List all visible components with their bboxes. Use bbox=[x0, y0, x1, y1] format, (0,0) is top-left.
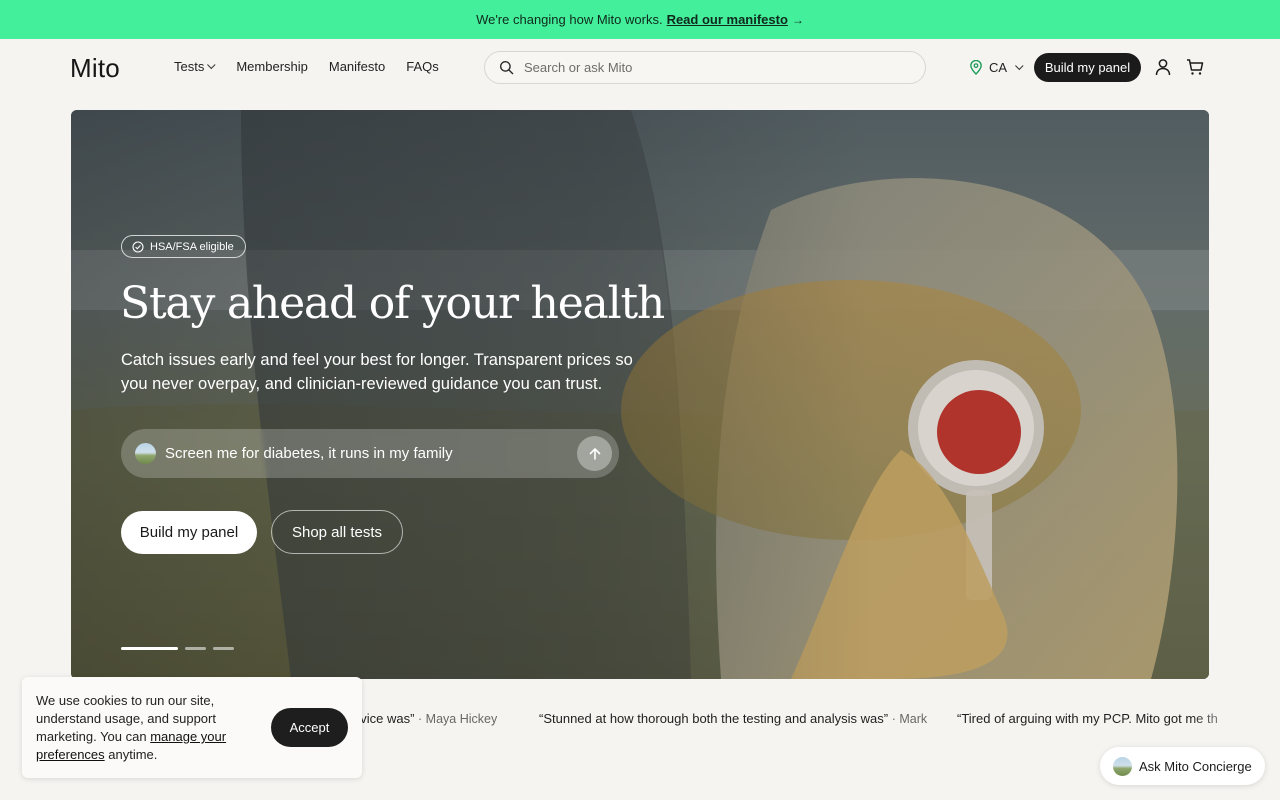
testimonial-quote: “Tired of arguing with my PCP. Mito got … bbox=[957, 711, 1218, 726]
nav-item-membership[interactable]: Membership bbox=[236, 59, 308, 74]
nav-item-manifesto[interactable]: Manifesto bbox=[329, 59, 385, 74]
hero-title: Stay ahead of your health bbox=[120, 278, 665, 329]
testimonial-item: “Tired of arguing with my PCP. Mito got … bbox=[957, 711, 1218, 726]
site-header: Mito Tests Membership Manifesto FAQs CA … bbox=[0, 39, 1280, 96]
main-nav: Tests Membership Manifesto FAQs bbox=[174, 59, 439, 74]
cookie-banner: We use cookies to run our site, understa… bbox=[22, 677, 362, 778]
ask-concierge-button[interactable]: Ask Mito Concierge bbox=[1100, 747, 1265, 785]
nav-item-faqs[interactable]: FAQs bbox=[406, 59, 439, 74]
concierge-label: Ask Mito Concierge bbox=[1139, 758, 1252, 774]
carousel-indicators bbox=[121, 647, 234, 650]
chevron-down-icon bbox=[207, 60, 216, 69]
announcement-bar: We're changing how Mito works. Read our … bbox=[0, 0, 1280, 39]
search-input[interactable] bbox=[524, 60, 884, 75]
nav-item-label: FAQs bbox=[406, 59, 439, 74]
hero-subtitle: Catch issues early and feel your best fo… bbox=[121, 351, 633, 393]
cookie-suffix: anytime. bbox=[104, 747, 158, 762]
accept-cookies-button[interactable]: Accept bbox=[271, 708, 348, 747]
hsa-fsa-badge: HSA/FSA eligible bbox=[121, 235, 246, 258]
cookie-text: We use cookies to run our site, understa… bbox=[36, 692, 256, 764]
user-icon[interactable] bbox=[1154, 58, 1172, 76]
nav-item-label: Membership bbox=[236, 59, 308, 74]
send-button[interactable] bbox=[577, 436, 612, 471]
hero-banner: HSA/FSA eligible Stay ahead of your heal… bbox=[71, 110, 1209, 679]
carousel-dot-2[interactable] bbox=[185, 647, 206, 650]
shop-all-tests-button[interactable]: Shop all tests bbox=[271, 510, 403, 554]
check-circle-icon bbox=[132, 240, 144, 253]
marquee-fade bbox=[1190, 700, 1280, 736]
build-panel-button[interactable]: Build my panel bbox=[1034, 53, 1141, 82]
location-pin-icon bbox=[970, 60, 982, 75]
testimonial-author: · Maya Hickey bbox=[418, 712, 498, 726]
badge-label: HSA/FSA eligible bbox=[150, 240, 234, 253]
manifesto-link[interactable]: Read our manifesto bbox=[667, 12, 788, 27]
carousel-dot-1[interactable] bbox=[121, 647, 178, 650]
carousel-dot-3[interactable] bbox=[213, 647, 234, 650]
testimonial-item: dvice was” · Maya Hickey bbox=[353, 711, 497, 726]
logo[interactable]: Mito bbox=[70, 53, 120, 84]
testimonial-item: “Stunned at how thorough both the testin… bbox=[539, 711, 927, 726]
testimonial-quote: dvice was” bbox=[353, 711, 415, 726]
mito-globe-icon bbox=[135, 443, 156, 464]
search-bar[interactable] bbox=[484, 51, 926, 84]
testimonial-quote: “Stunned at how thorough both the testin… bbox=[539, 711, 889, 726]
build-panel-hero-button[interactable]: Build my panel bbox=[121, 511, 257, 554]
cart-icon[interactable] bbox=[1186, 58, 1204, 76]
region-selector[interactable]: CA bbox=[969, 60, 1024, 75]
region-label: CA bbox=[989, 60, 1008, 75]
announcement-text: We're changing how Mito works. bbox=[476, 12, 663, 27]
chevron-down-icon bbox=[1015, 61, 1024, 70]
nav-item-label: Tests bbox=[174, 59, 205, 74]
arrow-right-icon: → bbox=[791, 12, 804, 27]
search-icon bbox=[499, 60, 514, 75]
nav-item-tests[interactable]: Tests bbox=[174, 59, 216, 74]
testimonial-author: · Mark bbox=[891, 712, 928, 726]
ask-prompt-text: Screen me for diabetes, it runs in my fa… bbox=[165, 445, 453, 462]
ask-mito-input[interactable]: Screen me for diabetes, it runs in my fa… bbox=[121, 429, 619, 478]
nav-item-label: Manifesto bbox=[328, 59, 386, 74]
mito-globe-icon bbox=[1113, 756, 1132, 776]
arrow-up-icon bbox=[589, 447, 600, 460]
